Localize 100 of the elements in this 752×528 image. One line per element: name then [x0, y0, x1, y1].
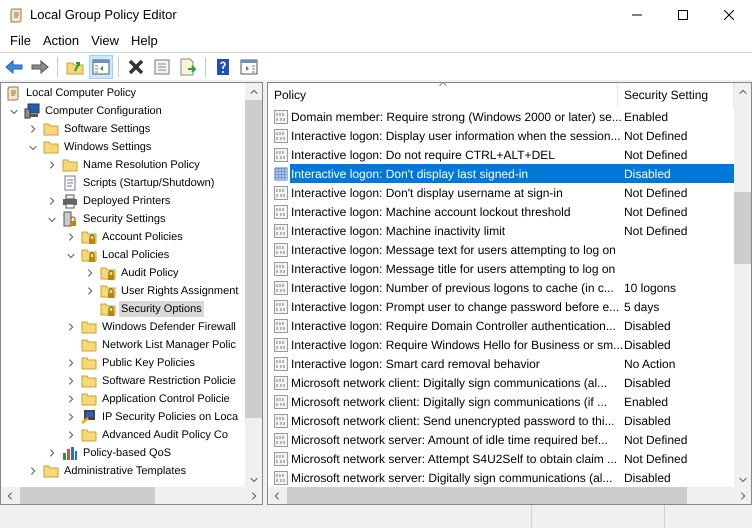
policy-name: Interactive logon: Do not require CTRL+ALT+DEL [290, 146, 556, 164]
horizontal-scrollbar[interactable] [1, 487, 262, 504]
tree-item[interactable]: Network List Manager Polic [100, 337, 238, 353]
menu-item[interactable]: Action [36, 31, 86, 51]
expand-chevron-icon[interactable] [85, 285, 95, 297]
expand-chevron-icon[interactable] [66, 357, 76, 369]
bar-chart-icon [62, 445, 78, 461]
close-icon [724, 10, 734, 20]
expand-chevron-icon[interactable] [47, 195, 57, 207]
vertical-scrollbar[interactable] [245, 83, 262, 487]
policy-icon [274, 186, 288, 200]
folder-icon [81, 391, 97, 407]
policy-row[interactable]: Interactive logon: Prompt user to change password before e... 5 days [290, 297, 734, 316]
tree-item[interactable]: User Rights Assignment [119, 283, 240, 299]
pane-layout-icon [92, 58, 110, 76]
policy-icon [274, 262, 288, 276]
menu-item[interactable]: File [4, 31, 37, 51]
policy-row[interactable]: Interactive logon: Smart card removal behavior No Action [290, 354, 734, 373]
vertical-scrollbar[interactable] [734, 83, 751, 487]
security-setting: Disabled [623, 166, 671, 182]
scroll-thumb[interactable] [20, 487, 155, 504]
policy-row[interactable]: Interactive logon: Do not require CTRL+ALT+DEL Not Defined [290, 145, 734, 164]
security-setting: Not Defined [623, 184, 688, 202]
tree-item[interactable]: Windows Settings [62, 139, 154, 155]
properties-icon [153, 58, 171, 76]
policy-row[interactable]: Interactive logon: Machine account lockout threshold Not Defined [290, 202, 734, 221]
tree-item[interactable]: Public Key Policies [100, 355, 197, 371]
expand-chevron-icon[interactable] [28, 465, 38, 477]
expand-chevron-icon[interactable] [66, 375, 76, 387]
tree-item[interactable]: Software Settings [62, 121, 152, 137]
toolbar-button[interactable] [89, 54, 113, 78]
policy-row[interactable]: Domain member: Require strong (Windows 2000 or later) se... Enabled [290, 107, 734, 126]
forward-arrow-icon [31, 58, 49, 76]
tree-item[interactable]: Account Policies [100, 229, 185, 245]
tree-item[interactable]: Administrative Templates [62, 463, 188, 479]
tree-item[interactable]: Software Restriction Policie [100, 373, 238, 389]
policy-row[interactable]: Microsoft network server: Digitally sign communications (al... Disabled [290, 468, 734, 487]
policy-row[interactable]: Interactive logon: Message text for users attempting to log on [290, 240, 734, 259]
expand-chevron-icon[interactable] [66, 231, 76, 243]
tree-item[interactable]: Name Resolution Policy [81, 157, 202, 173]
policy-row[interactable]: Interactive logon: Don't display last signed-in Disabled [290, 164, 734, 183]
security-setting: Not Defined [623, 450, 688, 468]
maximize-icon [678, 10, 688, 20]
tree-item[interactable]: Scripts (Startup/Shutdown) [81, 175, 216, 191]
tree-item[interactable]: Local Policies [100, 247, 172, 263]
scroll-thumb[interactable] [245, 100, 262, 418]
policy-row[interactable]: Interactive logon: Display user information when the session... Not Defined [290, 126, 734, 145]
policy-row[interactable]: Microsoft network server: Attempt S4U2Self to obtain claim ... Not Defined [290, 449, 734, 468]
expand-chevron-icon[interactable] [66, 411, 76, 423]
security-setting: Not Defined [623, 222, 688, 240]
policy-icon [274, 110, 288, 124]
policy-name: Interactive logon: Don't display username at sign-in [290, 184, 564, 202]
policy-row[interactable]: Microsoft network server: Amount of idle time required bef... Not Defined [290, 430, 734, 449]
policy-row[interactable]: Interactive logon: Number of previous logons to cache (in c... 10 logons [290, 278, 734, 297]
expand-chevron-icon[interactable] [66, 429, 76, 441]
policy-row[interactable]: Interactive logon: Machine inactivity limit Not Defined [290, 221, 734, 240]
expand-chevron-icon[interactable] [66, 321, 76, 333]
tree-item[interactable]: Audit Policy [119, 265, 180, 281]
policy-name: Microsoft network client: Digitally sign communications (if ... [290, 394, 608, 410]
expand-chevron-icon[interactable] [28, 123, 38, 135]
folder-icon [81, 427, 97, 443]
tree-item[interactable]: IP Security Policies on Loca [100, 409, 240, 425]
scroll-icon [5, 85, 21, 101]
tree-item[interactable]: Local Computer Policy [24, 85, 138, 101]
policy-icon [274, 148, 288, 162]
folder-icon [43, 121, 59, 137]
tree-item[interactable]: Windows Defender Firewall [100, 319, 238, 335]
horizontal-scrollbar[interactable] [268, 487, 751, 504]
menu-item[interactable]: View [85, 31, 126, 51]
tree-item[interactable]: Deployed Printers [81, 193, 172, 209]
policy-row[interactable]: Microsoft network client: Send unencrypted password to thi... Disabled [290, 411, 734, 430]
security-setting: Disabled [623, 412, 671, 430]
policy-row[interactable]: Microsoft network client: Digitally sign communications (if ... Enabled [290, 392, 734, 411]
tree-item[interactable]: Application Control Policie [100, 391, 232, 407]
folder-icon [62, 157, 78, 173]
window-title: Local Group Policy Editor [30, 6, 177, 24]
policy-row[interactable]: Microsoft network client: Digitally sign communications (al... Disabled [290, 373, 734, 392]
scroll-thumb[interactable] [287, 487, 687, 504]
policy-icon [274, 242, 288, 256]
policy-name: Interactive logon: Message title for users attempting to log on [290, 260, 616, 278]
policy-row[interactable]: Interactive logon: Don't display username at sign-in Not Defined [290, 183, 734, 202]
column-header[interactable]: Policy [268, 83, 618, 107]
tree-item[interactable]: Security Options [119, 301, 204, 317]
expand-chevron-icon[interactable] [47, 447, 57, 459]
security-setting: Not Defined [623, 128, 688, 144]
menu-item[interactable]: Help [125, 31, 164, 51]
tree-item[interactable]: Advanced Audit Policy Co [100, 427, 230, 443]
tree-item[interactable]: Computer Configuration [43, 103, 164, 119]
policy-icon [274, 224, 288, 238]
tree-item[interactable]: Security Settings [81, 211, 168, 227]
tree-item[interactable]: Policy-based QoS [81, 445, 174, 461]
expand-chevron-icon[interactable] [47, 159, 57, 171]
scroll-thumb[interactable] [734, 192, 751, 264]
folder-icon [81, 373, 97, 389]
policy-row[interactable]: Interactive logon: Require Windows Hello for Business or sm...Disabled [290, 335, 734, 354]
policy-name: Microsoft network client: Send unencrypted password to thi... [290, 412, 616, 430]
policy-row[interactable]: Interactive logon: Require Domain Controller authentication... Disabled [290, 316, 734, 335]
policy-row[interactable]: Interactive logon: Message title for users attempting to log on [290, 259, 734, 278]
expand-chevron-icon[interactable] [85, 267, 95, 279]
expand-chevron-icon[interactable] [66, 393, 76, 405]
